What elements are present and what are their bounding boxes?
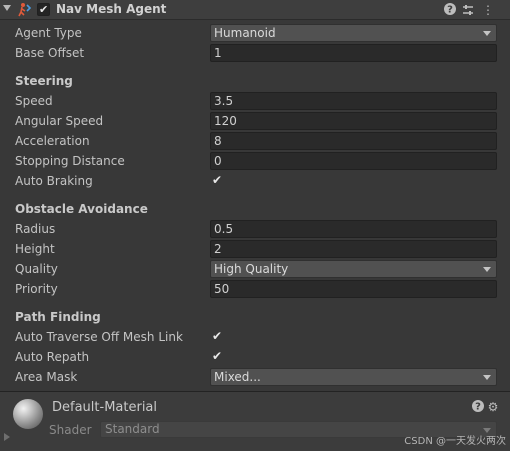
chevron-down-icon bbox=[483, 375, 491, 380]
shader-label: Shader bbox=[49, 423, 92, 437]
acceleration-label: Acceleration bbox=[15, 134, 90, 148]
auto-braking-row: Auto Braking ✔ bbox=[0, 171, 510, 191]
agent-type-row: Agent Type Humanoid bbox=[0, 23, 510, 43]
auto-braking-checkbox[interactable]: ✔ bbox=[210, 174, 224, 188]
help-icon[interactable]: ? bbox=[443, 3, 457, 17]
radius-row: Radius 0.5 bbox=[0, 219, 510, 239]
priority-row: Priority 50 bbox=[0, 279, 510, 299]
chevron-down-icon bbox=[483, 31, 491, 36]
auto-repath-label: Auto Repath bbox=[15, 350, 90, 364]
chevron-down-icon bbox=[483, 267, 491, 272]
check-icon: ✔ bbox=[39, 3, 49, 16]
auto-traverse-checkbox[interactable]: ✔ bbox=[210, 330, 224, 344]
obstacle-avoidance-header: Obstacle Avoidance bbox=[15, 202, 148, 216]
shader-value: Standard bbox=[105, 422, 160, 436]
acceleration-field[interactable]: 8 bbox=[210, 132, 497, 150]
svg-text:?: ? bbox=[475, 402, 481, 413]
height-label: Height bbox=[15, 242, 55, 256]
auto-repath-checkbox[interactable]: ✔ bbox=[210, 350, 224, 364]
auto-repath-row: Auto Repath ✔ bbox=[0, 347, 510, 367]
check-icon: ✔ bbox=[212, 173, 223, 187]
stopping-distance-row: Stopping Distance 0 bbox=[0, 151, 510, 171]
priority-label: Priority bbox=[15, 282, 58, 296]
auto-braking-label: Auto Braking bbox=[15, 174, 93, 188]
path-finding-header: Path Finding bbox=[15, 310, 101, 324]
presets-icon[interactable] bbox=[461, 3, 475, 17]
agent-type-label: Agent Type bbox=[15, 26, 82, 40]
angular-speed-field[interactable]: 120 bbox=[210, 112, 497, 130]
auto-traverse-label: Auto Traverse Off Mesh Link bbox=[15, 330, 183, 344]
height-row: Height 2 bbox=[0, 239, 510, 259]
check-icon: ✔ bbox=[212, 329, 223, 343]
check-icon: ✔ bbox=[212, 349, 223, 363]
component-title: Nav Mesh Agent bbox=[56, 2, 167, 16]
foldout-arrow-icon[interactable] bbox=[3, 5, 11, 11]
material-preview-sphere bbox=[13, 399, 43, 429]
stopping-distance-label: Stopping Distance bbox=[15, 154, 125, 168]
watermark: CSDN @一天发火两次 bbox=[404, 436, 506, 447]
component-enabled-checkbox[interactable]: ✔ bbox=[37, 3, 50, 16]
nav-mesh-agent-icon bbox=[17, 2, 33, 18]
quality-dropdown[interactable]: High Quality bbox=[210, 260, 497, 278]
gear-icon[interactable]: ⚙ bbox=[486, 400, 500, 414]
base-offset-row: Base Offset 1 bbox=[0, 43, 510, 63]
quality-label: Quality bbox=[15, 262, 58, 276]
material-foldout-icon[interactable] bbox=[4, 433, 10, 441]
agent-type-dropdown[interactable]: Humanoid bbox=[210, 24, 497, 42]
base-offset-field[interactable]: 1 bbox=[210, 44, 497, 62]
speed-row: Speed 3.5 bbox=[0, 91, 510, 111]
angular-speed-row: Angular Speed 120 bbox=[0, 111, 510, 131]
radius-field[interactable]: 0.5 bbox=[210, 220, 497, 238]
steering-header: Steering bbox=[15, 74, 73, 88]
area-mask-value: Mixed... bbox=[214, 370, 261, 384]
component-header[interactable]: ✔ Nav Mesh Agent ? ⋮ bbox=[0, 0, 510, 20]
acceleration-row: Acceleration 8 bbox=[0, 131, 510, 151]
quality-value: High Quality bbox=[214, 262, 289, 276]
material-panel: Default-Material ? ⚙ Shader Standard CSD… bbox=[0, 392, 510, 451]
base-offset-label: Base Offset bbox=[15, 46, 85, 60]
auto-traverse-row: Auto Traverse Off Mesh Link ✔ bbox=[0, 327, 510, 347]
angular-speed-label: Angular Speed bbox=[15, 114, 104, 128]
area-mask-label: Area Mask bbox=[15, 370, 78, 384]
speed-label: Speed bbox=[15, 94, 53, 108]
height-field[interactable]: 2 bbox=[210, 240, 497, 258]
more-options-icon[interactable]: ⋮ bbox=[481, 3, 495, 17]
stopping-distance-field[interactable]: 0 bbox=[210, 152, 497, 170]
agent-type-value: Humanoid bbox=[214, 26, 276, 40]
area-mask-row: Area Mask Mixed... bbox=[0, 367, 510, 387]
quality-row: Quality High Quality bbox=[0, 259, 510, 279]
radius-label: Radius bbox=[15, 222, 56, 236]
svg-text:?: ? bbox=[447, 5, 453, 16]
area-mask-dropdown[interactable]: Mixed... bbox=[210, 368, 497, 386]
help-icon[interactable]: ? bbox=[471, 400, 485, 414]
priority-field[interactable]: 50 bbox=[210, 280, 497, 298]
material-name: Default-Material bbox=[52, 400, 158, 415]
speed-field[interactable]: 3.5 bbox=[210, 92, 497, 110]
